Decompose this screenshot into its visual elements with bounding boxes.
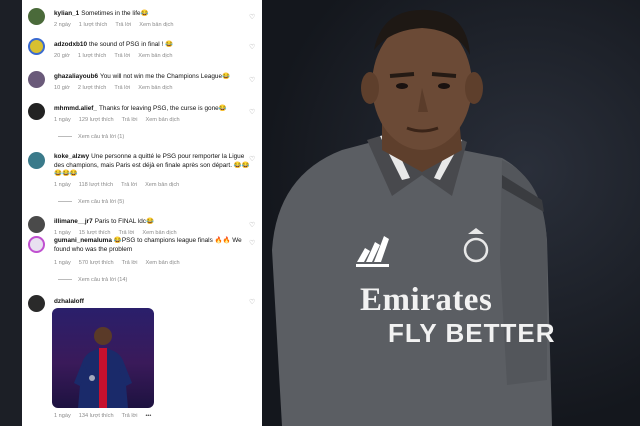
comments-panel: kylian_1 Sometimes in the life😂 2 ngày 1 l… <box>22 0 262 426</box>
avatar[interactable] <box>28 71 45 88</box>
comment-text: mhmmd.alief_ Thanks for leaving PSG, the … <box>54 105 254 114</box>
comment-time: 1 ngày <box>54 117 71 123</box>
divider <box>58 201 72 203</box>
view-replies-button[interactable]: Xem câu trả lời (1) <box>58 134 124 140</box>
reply-button[interactable]: Trả lời <box>121 182 137 188</box>
comment-likes[interactable]: 134 lượt thích <box>79 413 114 419</box>
reply-button[interactable]: Trả lời <box>115 22 131 28</box>
comment-username[interactable]: adzodxb10 <box>54 41 87 48</box>
avatar[interactable] <box>28 216 45 233</box>
comment-meta: 1 ngày 15 lượt thích Trả lời Xem bản dịch <box>54 230 185 236</box>
divider <box>58 279 72 281</box>
comment-likes[interactable]: 570 lượt thích <box>79 260 114 266</box>
like-heart-icon[interactable]: ♡ <box>249 44 256 51</box>
comment-likes[interactable]: 118 lượt thích <box>79 182 113 188</box>
avatar[interactable] <box>28 103 45 120</box>
like-heart-icon[interactable]: ♡ <box>249 240 256 247</box>
comment-body: Thanks for leaving PSG, the curse is gon… <box>98 105 227 112</box>
comment-meta: 1 ngày 134 lượt thích Trả lời ••• <box>54 413 159 419</box>
comment-likes[interactable]: 1 lượt thích <box>79 22 108 28</box>
comment-username[interactable]: ghazaliayoub6 <box>54 73 98 80</box>
player-photo: Emirates FLY BETTER <box>262 0 640 426</box>
like-heart-icon[interactable]: ♡ <box>249 109 256 116</box>
comment-time: 10 giờ <box>54 85 70 91</box>
comment-time: 1 ngày <box>54 260 71 266</box>
view-replies-button[interactable]: Xem câu trả lời (5) <box>58 199 124 205</box>
translate-button[interactable]: Xem bản dịch <box>138 85 172 91</box>
sponsor-text-line2: FLY BETTER <box>388 318 556 348</box>
comment-time: 1 ngày <box>54 413 71 419</box>
avatar[interactable] <box>28 8 45 25</box>
translate-button[interactable]: Xem bản dịch <box>139 22 173 28</box>
comment-username[interactable]: illimane__jr7 <box>54 218 93 225</box>
comment-text: kylian_1 Sometimes in the life😂 <box>54 10 254 19</box>
reply-button[interactable]: Trả lời <box>122 260 138 266</box>
comment-meta: 1 ngày 129 lượt thích Trả lời Xem bản dịch <box>54 117 188 123</box>
translate-button[interactable]: Xem bản dịch <box>145 117 179 123</box>
reply-button[interactable]: Trả lời <box>114 53 130 59</box>
like-heart-icon[interactable]: ♡ <box>249 77 256 84</box>
avatar[interactable] <box>28 236 45 253</box>
comment-username[interactable]: koke_alzwy <box>54 153 89 160</box>
comment-username[interactable]: mhmmd.alief_ <box>54 105 97 112</box>
player-illustration <box>272 9 552 426</box>
more-options-icon[interactable]: ••• <box>145 413 151 419</box>
reply-button[interactable]: Trả lời <box>114 85 130 91</box>
comment-meta: 20 giờ 1 lượt thích Trả lời Xem bản dịch <box>54 53 180 59</box>
comment-body: You will not win me the Champions League… <box>100 73 230 80</box>
translate-button[interactable]: Xem bản dịch <box>138 53 172 59</box>
sponsor-text-line1: Emirates <box>360 282 493 318</box>
translate-button[interactable]: Xem bản dịch <box>145 182 179 188</box>
comment-meta: 10 giờ 2 lượt thích Trả lời Xem bản dịch <box>54 85 180 91</box>
reply-button[interactable]: Trả lời <box>118 230 134 236</box>
comment-text: ghazaliayoub6 You will not win me the Cha… <box>54 73 254 82</box>
comment-likes[interactable]: 1 lượt thích <box>78 53 107 59</box>
comment-text: illimane__jr7 Paris to FINAL ldc😂 <box>54 218 254 227</box>
avatar[interactable] <box>28 152 45 169</box>
comment-body: Paris to FINAL ldc😂 <box>94 218 154 225</box>
comment-time: 1 ngày <box>54 230 71 236</box>
divider <box>58 136 72 138</box>
comment-time: 20 giờ <box>54 53 70 59</box>
avatar[interactable] <box>28 38 45 55</box>
like-heart-icon[interactable]: ♡ <box>249 14 256 21</box>
reply-button[interactable]: Trả lời <box>122 413 138 419</box>
comment-meta: 2 ngày 1 lượt thích Trả lời Xem bản dịch <box>54 22 181 28</box>
view-replies-label: Xem câu trả lời (5) <box>78 199 125 205</box>
avatar[interactable] <box>28 295 45 312</box>
like-heart-icon[interactable]: ♡ <box>249 156 256 163</box>
comment-time: 1 ngày <box>54 182 71 188</box>
comment-text: adzodxb10 the sound of PSG in final ! 😂 <box>54 41 254 50</box>
comment-likes[interactable]: 2 lượt thích <box>78 85 107 91</box>
like-heart-icon[interactable]: ♡ <box>249 299 256 306</box>
comment-username[interactable]: kylian_1 <box>54 10 79 17</box>
comment-username[interactable]: dzhalaloff <box>54 298 84 305</box>
translate-button[interactable]: Xem bản dịch <box>142 230 176 236</box>
comment-meta: 1 ngày 118 lượt thích Trả lời Xem bản dịch <box>54 182 187 188</box>
comment-text: gumani_nemaluma 😂PSG to champions league … <box>54 237 254 254</box>
comment-likes[interactable]: 129 lượt thích <box>79 117 114 123</box>
comment-text: dzhalaloff <box>54 298 254 307</box>
reply-button[interactable]: Trả lời <box>122 117 138 123</box>
comment-gif-image[interactable] <box>52 308 154 408</box>
comment-body: the sound of PSG in final ! 😂 <box>89 41 174 48</box>
player-gif-illustration <box>74 327 132 408</box>
comment-body: Sometimes in the life😂 <box>81 10 149 17</box>
view-replies-button[interactable]: Xem câu trả lời (14) <box>58 277 127 283</box>
view-replies-label: Xem câu trả lời (1) <box>78 134 125 140</box>
comment-likes[interactable]: 15 lượt thích <box>79 230 111 236</box>
comment-text: koke_alzwy Une personne a quitté le PSG p… <box>54 153 254 179</box>
translate-button[interactable]: Xem bản dịch <box>145 260 179 266</box>
comment-username[interactable]: gumani_nemaluma <box>54 237 112 244</box>
like-heart-icon[interactable]: ♡ <box>249 222 256 229</box>
view-replies-label: Xem câu trả lời (14) <box>78 277 128 283</box>
comment-time: 2 ngày <box>54 22 71 28</box>
comment-meta: 1 ngày 570 lượt thích Trả lời Xem bản dịch <box>54 260 188 266</box>
